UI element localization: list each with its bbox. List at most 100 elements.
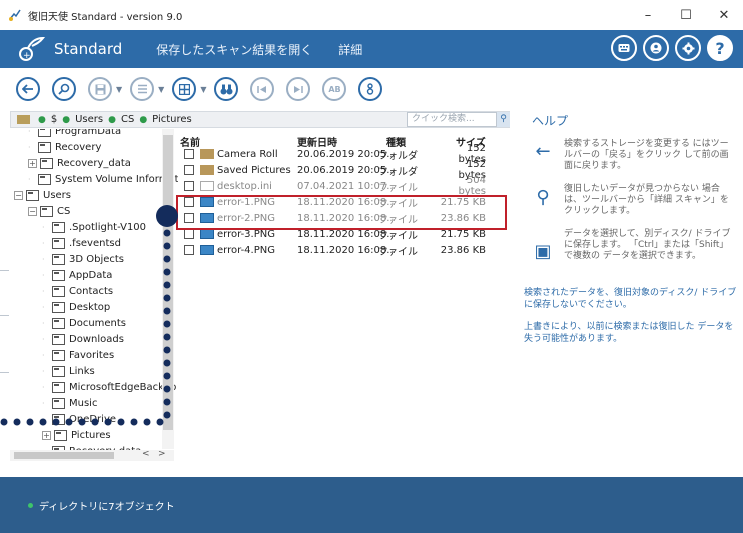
tree-item[interactable]: · .Spotlight-V100 xyxy=(42,219,146,235)
file-row[interactable]: error-4.PNG 18.11.2020 16:08... ファイル 23.86 … xyxy=(180,242,506,258)
file-checkbox[interactable] xyxy=(184,245,194,255)
tree-item-label: MicrosoftEdgeBackup xyxy=(69,381,177,393)
folder-icon xyxy=(52,285,65,297)
tree-horizontal-scroll-thumb[interactable] xyxy=(14,452,114,459)
tree-connector-icon: · xyxy=(42,302,45,312)
save-icon[interactable] xyxy=(88,77,112,101)
help-warning-save: 検索されたデータを、復旧対象のディスク/ ドライブに保存しないでください。 xyxy=(524,288,737,310)
drive-folder-icon xyxy=(17,115,30,124)
tree-item[interactable]: · System Volume Information xyxy=(28,171,178,187)
details-link[interactable]: 詳細 xyxy=(338,41,362,58)
tree-connector-icon: · xyxy=(28,142,31,152)
tree-item-label: Music xyxy=(69,397,98,409)
status-text: ディレクトリに7オブジェクト xyxy=(39,501,175,513)
tree-item[interactable]: · Downloads xyxy=(42,331,124,347)
tree-item[interactable]: · Documents xyxy=(42,315,126,331)
tree-item[interactable]: · AppData xyxy=(42,267,112,283)
tree-item[interactable]: · Desktop xyxy=(42,299,110,315)
file-checkbox[interactable] xyxy=(184,181,194,191)
binoculars-icon[interactable] xyxy=(214,77,239,101)
grid-view-dropdown-arrow-icon[interactable]: ▼ xyxy=(200,85,206,94)
maximize-button[interactable]: ☐ xyxy=(667,0,705,30)
tree-connector-icon: · xyxy=(42,318,45,328)
image-file-icon xyxy=(200,229,214,239)
tree-item[interactable]: · Favorites xyxy=(42,347,114,363)
grid-view-icon[interactable] xyxy=(172,77,197,101)
quick-search-input[interactable]: クイック検索... xyxy=(407,112,497,127)
account-icon[interactable] xyxy=(643,35,669,61)
scroll-right-icon[interactable]: > xyxy=(158,449,166,459)
tree-item[interactable]: · Contacts xyxy=(42,283,113,299)
tree-connector-icon: · xyxy=(28,174,31,184)
collapse-icon[interactable]: − xyxy=(14,190,23,200)
save-dropdown-arrow-icon[interactable]: ▼ xyxy=(116,85,122,94)
folder-icon xyxy=(38,141,51,153)
list-view-icon[interactable] xyxy=(130,77,155,101)
breadcrumb-item-users[interactable]: Users xyxy=(75,114,103,125)
breadcrumb-item-root[interactable]: $ xyxy=(51,114,57,125)
list-view-dropdown-arrow-icon[interactable]: ▼ xyxy=(158,85,164,94)
brand-name: Standard xyxy=(54,40,123,58)
folder-icon xyxy=(54,429,67,441)
help-icon[interactable]: ? xyxy=(707,35,733,61)
file-checkbox[interactable] xyxy=(184,149,194,159)
file-list: 名前 更新日時 種類 サイズ Camera Roll 20.06.2019 20:… xyxy=(180,129,506,461)
help-title: ヘルプ xyxy=(532,114,569,128)
status-bar: ディレクトリに7オブジェクト xyxy=(0,477,743,533)
tree-item[interactable]: · Links xyxy=(42,363,95,379)
breadcrumb-item-pictures[interactable]: Pictures xyxy=(152,114,192,125)
file-name: desktop.ini xyxy=(217,180,272,192)
help-text-detail-scan: 復旧したいデータが見つからない 場合は、ツールバーから「詳細 スキャン」をクリッ… xyxy=(564,184,729,216)
tree-item-label: Downloads xyxy=(69,333,124,345)
annotation-dotted-line-vertical xyxy=(163,229,171,419)
file-name: error-3.PNG xyxy=(217,228,275,240)
tree-item-label: .Spotlight-V100 xyxy=(69,221,147,233)
file-checkbox[interactable] xyxy=(184,229,194,239)
scroll-left-icon[interactable]: < xyxy=(142,449,150,459)
save-disk-icon: ▣ xyxy=(534,241,552,262)
search-icon[interactable] xyxy=(52,77,76,101)
tree-item-label: Documents xyxy=(69,317,127,329)
tree-item[interactable]: − CS xyxy=(28,203,70,219)
tree-item[interactable]: · MicrosoftEdgeBackup xyxy=(42,379,176,395)
tree-item[interactable]: · Recovery xyxy=(28,139,101,155)
previous-icon[interactable] xyxy=(250,77,275,101)
tree-connector-icon: · xyxy=(42,222,45,232)
file-checkbox[interactable] xyxy=(184,165,194,175)
tree-item-label: Links xyxy=(69,365,95,377)
tree-item[interactable]: · Music xyxy=(42,395,97,411)
tree-item[interactable]: − Users xyxy=(14,187,71,203)
search-button-icon[interactable]: ⚲ xyxy=(497,112,510,127)
divider xyxy=(0,372,9,373)
info-icon[interactable] xyxy=(358,77,383,101)
keyboard-icon[interactable] xyxy=(611,35,637,61)
file-size: 21.75 KB xyxy=(440,228,486,240)
folder-icon xyxy=(52,349,65,361)
tree-item-label: Favorites xyxy=(69,349,115,361)
tree-connector-icon: · xyxy=(42,350,45,360)
tree-item[interactable]: · ProgramData xyxy=(28,129,121,139)
expand-icon[interactable]: + xyxy=(28,158,37,168)
tree-item-label: .fseventsd xyxy=(69,237,121,249)
back-icon[interactable] xyxy=(16,77,40,101)
tree-item[interactable]: · .fseventsd xyxy=(42,235,121,251)
folder-icon xyxy=(52,237,65,249)
settings-icon[interactable] xyxy=(675,35,701,61)
file-row[interactable]: desktop.ini 07.04.2021 10:07... ファイル 504 by… xyxy=(180,175,506,197)
file-type: フォルダ xyxy=(378,166,418,178)
tree-item[interactable]: · 3D Objects xyxy=(42,251,124,267)
file-name: Saved Pictures xyxy=(217,164,291,176)
tree-item[interactable]: + Recovery_data xyxy=(28,155,131,171)
open-saved-scan-link[interactable]: 保存したスキャン結果を開く xyxy=(156,41,312,58)
title-bar: 復旧天使 Standard - version 9.0 – ☐ ✕ xyxy=(0,0,743,30)
next-icon[interactable] xyxy=(286,77,311,101)
tree-item[interactable]: + Pictures xyxy=(42,427,111,443)
close-button[interactable]: ✕ xyxy=(705,0,743,30)
collapse-icon[interactable]: − xyxy=(28,206,37,216)
minimize-button[interactable]: – xyxy=(629,0,667,30)
expand-icon[interactable]: + xyxy=(42,430,51,440)
folder-tree[interactable]: · ProgramData · Recovery + Recovery_data · Syst… xyxy=(10,129,178,461)
breadcrumb-item-cs[interactable]: CS xyxy=(121,114,134,125)
match-case-icon[interactable]: AB xyxy=(322,77,347,101)
tree-item-label: Pictures xyxy=(71,429,111,441)
